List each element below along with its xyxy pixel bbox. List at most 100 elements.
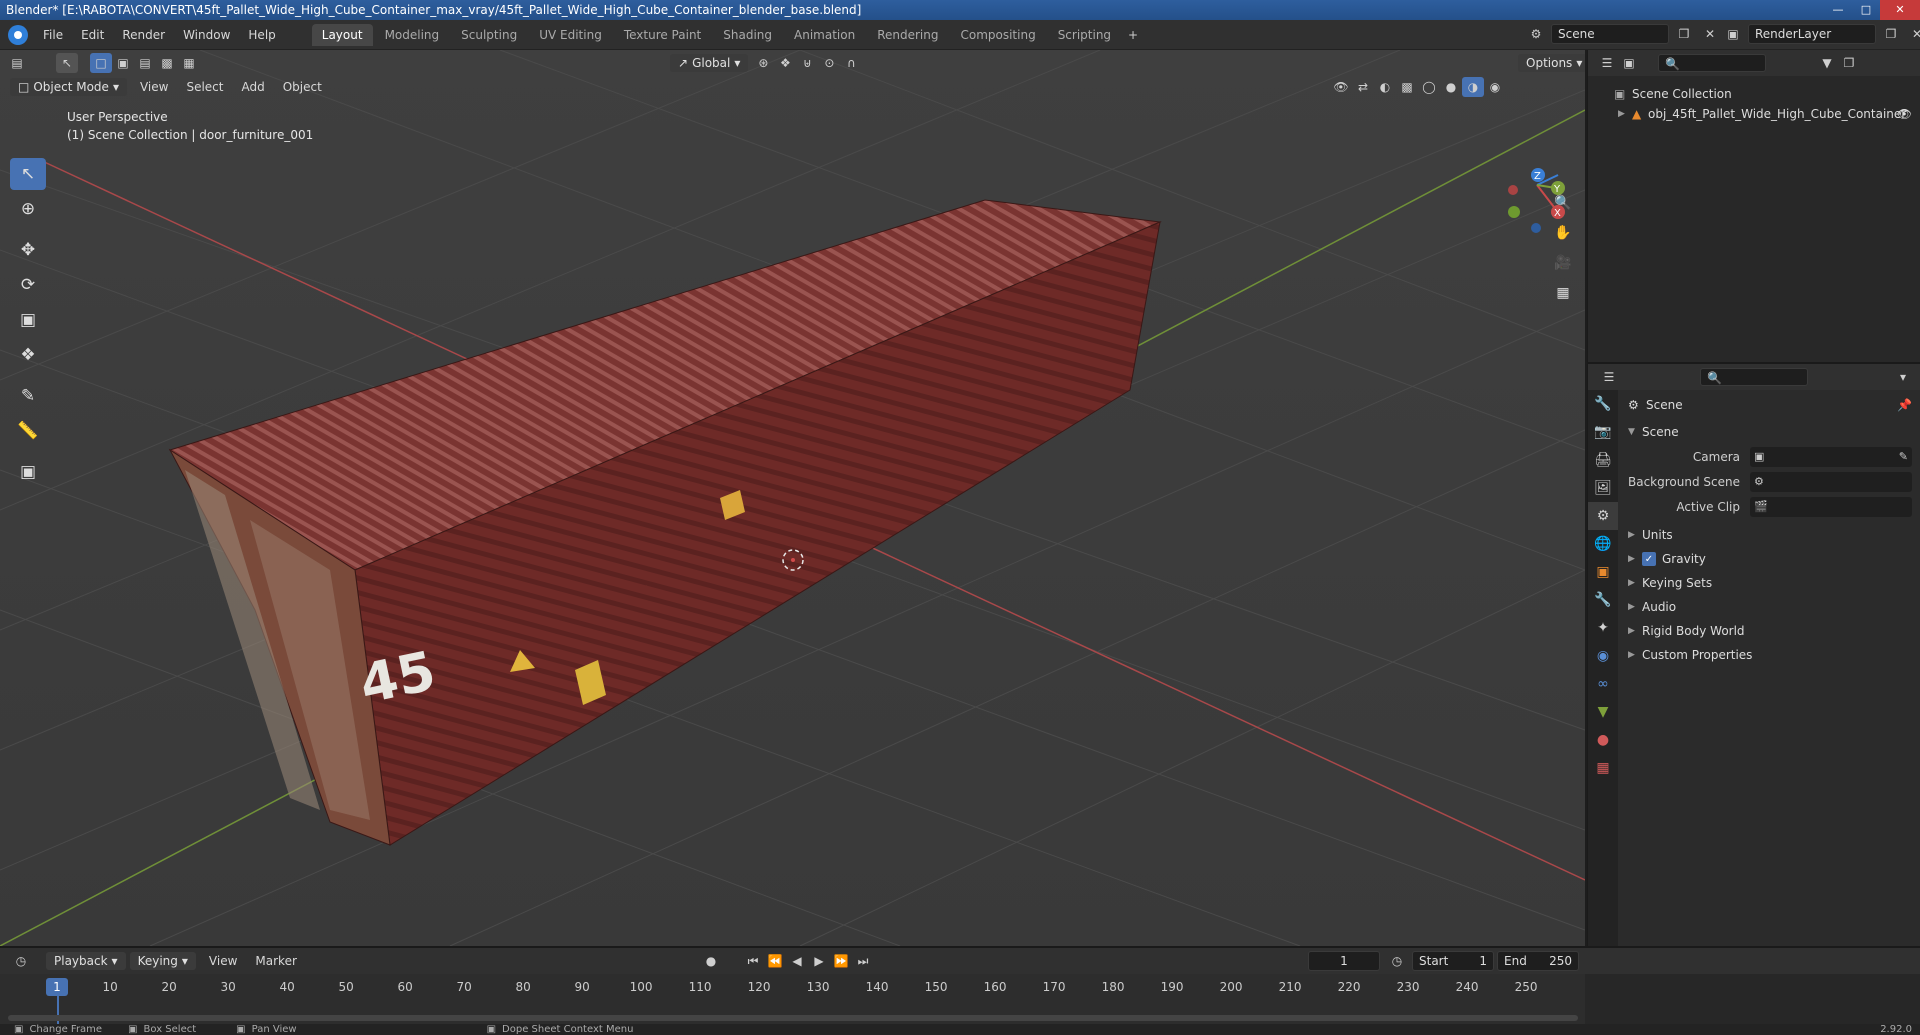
tool-tab-icon[interactable]: 🔧 bbox=[1588, 390, 1618, 418]
outliner-search-input[interactable]: 🔍 bbox=[1658, 54, 1766, 72]
outliner-root-row[interactable]: ▣ Scene Collection bbox=[1588, 84, 1920, 104]
annotate-tool-icon[interactable]: ✎ bbox=[10, 380, 46, 412]
data-tab-icon[interactable]: ▼ bbox=[1588, 698, 1618, 726]
pan-hand-icon[interactable]: ✋ bbox=[1550, 220, 1576, 246]
particles-tab-icon[interactable]: ✦ bbox=[1588, 614, 1618, 642]
proportional-edit-icon[interactable]: ⊙ bbox=[818, 53, 840, 73]
snap-target-icon[interactable]: ⊎ bbox=[796, 53, 818, 73]
remove-scene-icon[interactable]: ✕ bbox=[1699, 24, 1721, 44]
xray-toggle-icon[interactable]: ▩ bbox=[1396, 77, 1418, 97]
menu-help[interactable]: Help bbox=[239, 28, 284, 42]
outliner-editor-type-icon[interactable]: ☰ bbox=[1596, 53, 1618, 73]
blender-logo-icon[interactable] bbox=[8, 24, 28, 45]
timeline-menu-marker[interactable]: Marker bbox=[246, 954, 305, 968]
remove-layer-icon[interactable]: ✕ bbox=[1906, 24, 1920, 44]
select-mode-new-icon[interactable]: □ bbox=[90, 53, 112, 73]
camera-view-icon[interactable]: 🎥 bbox=[1550, 250, 1576, 276]
display-mode-icon[interactable]: ▣ bbox=[1618, 53, 1640, 73]
pin-icon[interactable]: 📌 bbox=[1897, 398, 1912, 412]
end-frame-field[interactable]: End 250 bbox=[1497, 951, 1579, 971]
keying-menu[interactable]: Keying ▾ bbox=[129, 952, 196, 970]
modifier-tab-icon[interactable]: 🔧 bbox=[1588, 586, 1618, 614]
texture-tab-icon[interactable]: ▦ bbox=[1588, 754, 1618, 782]
start-frame-field[interactable]: Start 1 bbox=[1412, 951, 1494, 971]
preview-range-icon[interactable]: ◷ bbox=[1386, 951, 1408, 971]
rigid-body-world-panel-header[interactable]: ▶ Rigid Body World bbox=[1620, 619, 1920, 643]
custom-properties-panel-header[interactable]: ▶ Custom Properties bbox=[1620, 643, 1920, 667]
close-icon[interactable]: ✕ bbox=[1880, 0, 1920, 20]
tab-sculpting[interactable]: Sculpting bbox=[451, 24, 527, 46]
timeline-menu-view[interactable]: View bbox=[200, 954, 246, 968]
physics-tab-icon[interactable]: ◉ bbox=[1588, 642, 1618, 670]
render-layer-field[interactable]: RenderLayer bbox=[1748, 24, 1876, 44]
tab-modeling[interactable]: Modeling bbox=[375, 24, 450, 46]
menu-file[interactable]: File bbox=[34, 28, 72, 42]
gravity-panel-header[interactable]: ▶ ✓ Gravity bbox=[1620, 547, 1920, 571]
tab-animation[interactable]: Animation bbox=[784, 24, 865, 46]
outliner-item-row[interactable]: ▶ ▲ obj_45ft_Pallet_Wide_High_Cube_Conta… bbox=[1588, 104, 1920, 124]
audio-panel-header[interactable]: ▶ Audio bbox=[1620, 595, 1920, 619]
zoom-icon[interactable]: 🔍 bbox=[1550, 190, 1576, 216]
jump-start-icon[interactable]: ⏮ bbox=[742, 951, 764, 971]
transform-orientation-dropdown[interactable]: ↗ Global ▾ bbox=[670, 54, 749, 72]
select-mode-intersect-icon[interactable]: ▦ bbox=[178, 53, 200, 73]
material-tab-icon[interactable]: ● bbox=[1588, 726, 1618, 754]
record-icon[interactable]: ● bbox=[700, 951, 722, 971]
object-tab-icon[interactable]: ▣ bbox=[1588, 558, 1618, 586]
rotate-tool-icon[interactable]: ⟳ bbox=[10, 269, 46, 301]
render-layer-icon[interactable]: ▣ bbox=[1722, 24, 1744, 44]
gizmo-toggle-icon[interactable]: ⇄ bbox=[1352, 77, 1374, 97]
tab-layout[interactable]: Layout bbox=[311, 23, 373, 46]
filter-icon[interactable]: ▼ bbox=[1816, 53, 1838, 73]
gravity-checkbox[interactable]: ✓ bbox=[1642, 552, 1656, 566]
falloff-icon[interactable]: ∩ bbox=[840, 53, 862, 73]
play-reverse-icon[interactable]: ◀ bbox=[786, 951, 808, 971]
options-dropdown[interactable]: Options ▾ bbox=[1518, 54, 1585, 72]
viewport-menu-select[interactable]: Select bbox=[177, 80, 232, 94]
tab-uv-editing[interactable]: UV Editing bbox=[529, 24, 612, 46]
keying-sets-panel-header[interactable]: ▶ Keying Sets bbox=[1620, 571, 1920, 595]
add-cube-tool-icon[interactable]: ▣ bbox=[10, 456, 46, 488]
world-tab-icon[interactable]: 🌐 bbox=[1588, 530, 1618, 558]
measure-tool-icon[interactable]: 📏 bbox=[10, 415, 46, 447]
solid-shading-icon[interactable]: ● bbox=[1440, 77, 1462, 97]
scene-tab-icon[interactable]: ⚙ bbox=[1588, 502, 1618, 530]
move-tool-icon[interactable]: ✥ bbox=[10, 234, 46, 266]
menu-window[interactable]: Window bbox=[174, 28, 239, 42]
cursor-tool-icon[interactable]: ⊕ bbox=[10, 193, 46, 225]
menu-render[interactable]: Render bbox=[113, 28, 174, 42]
background-scene-field[interactable]: ⚙ bbox=[1750, 471, 1912, 492]
rendered-shading-icon[interactable]: ◉ bbox=[1484, 77, 1506, 97]
select-tool-icon[interactable]: ↖ bbox=[56, 53, 78, 73]
next-keyframe-icon[interactable]: ⏩ bbox=[830, 951, 852, 971]
wireframe-shading-icon[interactable]: ◯ bbox=[1418, 77, 1440, 97]
viewport-menu-add[interactable]: Add bbox=[232, 80, 273, 94]
transform-tool-icon[interactable]: ❖ bbox=[10, 339, 46, 371]
viewport-menu-view[interactable]: View bbox=[131, 80, 177, 94]
new-collection-icon[interactable]: ❐ bbox=[1838, 53, 1860, 73]
object-mode-dropdown[interactable]: □ Object Mode ▾ bbox=[10, 78, 127, 96]
visibility-icon[interactable]: 👁 bbox=[1330, 77, 1352, 97]
select-mode-subtract-icon[interactable]: ▤ bbox=[134, 53, 156, 73]
properties-search-input[interactable]: 🔍 bbox=[1700, 368, 1808, 386]
play-icon[interactable]: ▶ bbox=[808, 951, 830, 971]
3d-viewport[interactable]: 45 Z Y X ▤ ↖ □ ▣ ▤ ▩ ▦ ↗ Global ▾ ⊛ ❖ ⊎ … bbox=[0, 50, 1585, 946]
minimize-icon[interactable]: — bbox=[1824, 0, 1852, 20]
select-box-tool-icon[interactable]: ↖ bbox=[10, 158, 46, 190]
select-mode-extend-icon[interactable]: ▣ bbox=[112, 53, 134, 73]
playback-menu[interactable]: Playback ▾ bbox=[46, 952, 126, 970]
view-layer-tab-icon[interactable]: 🖼 bbox=[1588, 474, 1618, 502]
render-tab-icon[interactable]: 📷 bbox=[1588, 418, 1618, 446]
menu-edit[interactable]: Edit bbox=[72, 28, 113, 42]
viewport-menu-object[interactable]: Object bbox=[274, 80, 331, 94]
visibility-eye-icon[interactable]: 👁 bbox=[1897, 107, 1912, 121]
tab-shading[interactable]: Shading bbox=[713, 24, 782, 46]
tab-compositing[interactable]: Compositing bbox=[950, 24, 1045, 46]
tab-scripting[interactable]: Scripting bbox=[1048, 24, 1121, 46]
properties-editor-type-icon[interactable]: ☰ bbox=[1598, 367, 1620, 387]
snap-icon[interactable]: ❖ bbox=[774, 53, 796, 73]
pivot-point-icon[interactable]: ⊛ bbox=[752, 53, 774, 73]
new-layer-icon[interactable]: ❐ bbox=[1880, 24, 1902, 44]
select-mode-invert-icon[interactable]: ▩ bbox=[156, 53, 178, 73]
units-panel-header[interactable]: ▶ Units bbox=[1620, 523, 1920, 547]
